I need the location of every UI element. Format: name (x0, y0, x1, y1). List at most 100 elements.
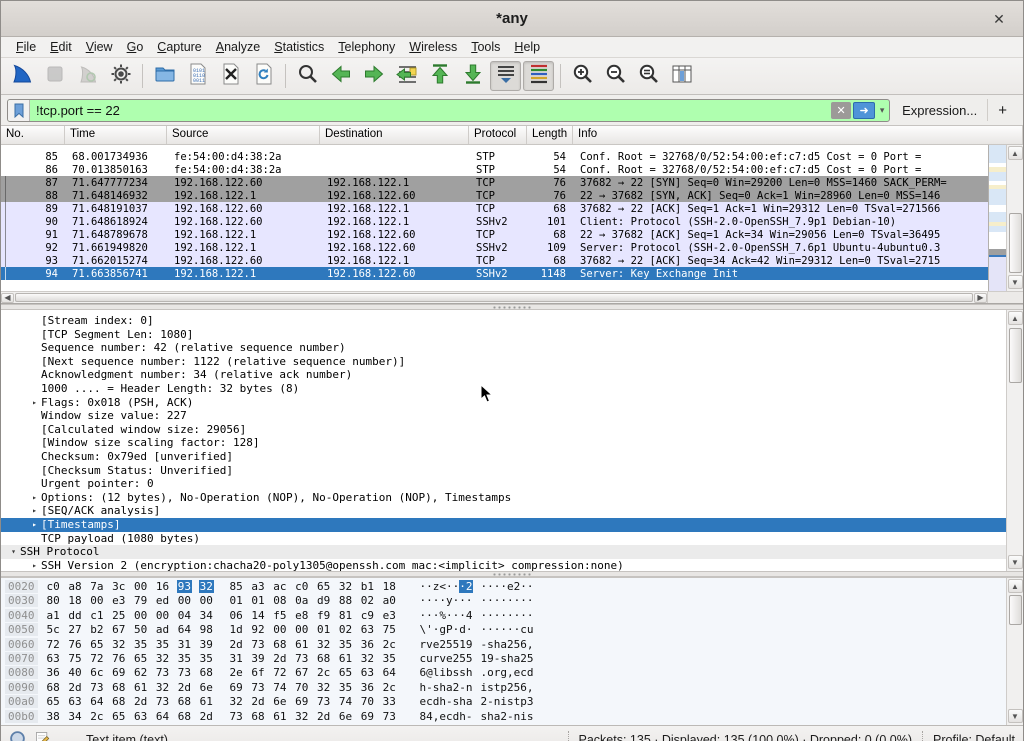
hex-row-0050[interactable]: 00505c 27 b2 67 50 ad 64 98 1d 92 00 00 … (5, 623, 1006, 637)
detail-line[interactable]: ▸[SEQ/ACK analysis] (1, 504, 1006, 518)
scrollbar-thumb[interactable] (1009, 213, 1022, 273)
menu-view[interactable]: View (79, 38, 120, 56)
packet-row-90[interactable]: 9071.648618924192.168.122.60192.168.122.… (1, 215, 988, 228)
hex-row-0090[interactable]: 009068 2d 73 68 61 32 2d 6e 69 73 74 70 … (5, 681, 1006, 695)
restart-capture-button[interactable] (72, 61, 103, 91)
detail-line[interactable]: Acknowledgment number: 34 (relative ack … (1, 368, 1006, 382)
menu-capture[interactable]: Capture (150, 38, 208, 56)
expander-closed-icon[interactable]: ▸ (28, 504, 41, 518)
find-packet-button[interactable] (292, 61, 323, 91)
stop-capture-button[interactable] (39, 61, 70, 91)
menu-help[interactable]: Help (507, 38, 547, 56)
column-header-destination[interactable]: Destination (320, 126, 469, 144)
packet-row-89[interactable]: 8971.648191037192.168.122.60192.168.122.… (1, 202, 988, 215)
scroll-right-icon[interactable]: ▶ (974, 293, 987, 303)
scrollbar-thumb[interactable] (1009, 328, 1022, 383)
details-vscrollbar[interactable]: ▲ ▼ (1006, 310, 1023, 571)
column-header-source[interactable]: Source (167, 126, 320, 144)
expander-closed-icon[interactable]: ▸ (28, 518, 41, 532)
go-first-button[interactable] (424, 61, 455, 91)
filter-history-caret-icon[interactable]: ▾ (875, 105, 889, 116)
detail-line[interactable]: Sequence number: 42 (relative sequence n… (1, 341, 1006, 355)
detail-line[interactable]: Urgent pointer: 0 (1, 477, 1006, 491)
hex-row-00a0[interactable]: 00a065 63 64 68 2d 73 68 61 32 2d 6e 69 … (5, 695, 1006, 709)
hex-row-0080[interactable]: 008036 40 6c 69 62 73 73 68 2e 6f 72 67 … (5, 666, 1006, 680)
expression-button[interactable]: Expression... (890, 103, 987, 118)
scroll-up-icon[interactable]: ▲ (1008, 146, 1023, 160)
go-back-button[interactable] (325, 61, 356, 91)
packet-row-88[interactable]: 8871.648146932192.168.122.1192.168.122.6… (1, 189, 988, 202)
menu-analyze[interactable]: Analyze (209, 38, 267, 56)
filter-bookmark-icon[interactable] (8, 100, 30, 121)
scroll-up-icon[interactable]: ▲ (1008, 579, 1023, 593)
detail-line[interactable]: [Checksum Status: Unverified] (1, 464, 1006, 478)
detail-line[interactable]: [Stream index: 0] (1, 314, 1006, 328)
packet-row-86[interactable]: 8670.013850163fe:54:00:d4:38:2aSTP54Conf… (1, 163, 988, 176)
detail-line[interactable]: Window size value: 227 (1, 409, 1006, 423)
zoom-in-button[interactable] (567, 61, 598, 91)
colorize-toggle[interactable] (523, 61, 554, 91)
start-capture-button[interactable] (6, 61, 37, 91)
scroll-down-icon[interactable]: ▼ (1008, 275, 1023, 289)
hex-row-0030[interactable]: 003080 18 00 e3 79 ed 00 00 01 01 08 0a … (5, 594, 1006, 608)
detail-line[interactable]: [Calculated window size: 29056] (1, 423, 1006, 437)
column-header-info[interactable]: Info (573, 126, 1023, 144)
detail-line[interactable]: ▾SSH Protocol (1, 545, 1006, 559)
capture-options-button[interactable] (105, 61, 136, 91)
resize-columns-button[interactable] (666, 61, 697, 91)
detail-line[interactable]: [TCP Segment Len: 1080] (1, 328, 1006, 342)
expander-open-icon[interactable]: ▾ (7, 545, 20, 559)
menu-file[interactable]: File (9, 38, 43, 56)
expert-info-icon[interactable] (9, 730, 26, 741)
expander-closed-icon[interactable]: ▸ (28, 491, 41, 505)
expander-closed-icon[interactable]: ▸ (28, 559, 41, 571)
menu-telephony[interactable]: Telephony (331, 38, 402, 56)
profile-status[interactable]: Profile: Default (933, 733, 1015, 741)
packet-row-85[interactable]: 8568.001734936fe:54:00:d4:38:2aSTP54Conf… (1, 150, 988, 163)
capture-comment-icon[interactable] (34, 730, 50, 741)
menu-tools[interactable]: Tools (464, 38, 507, 56)
detail-line[interactable]: ▸Flags: 0x018 (PSH, ACK) (1, 396, 1006, 410)
go-last-button[interactable] (457, 61, 488, 91)
detail-line[interactable]: ▸Options: (12 bytes), No-Operation (NOP)… (1, 491, 1006, 505)
detail-line[interactable]: [Window size scaling factor: 128] (1, 436, 1006, 450)
column-header-time[interactable]: Time (65, 126, 167, 144)
detail-line[interactable]: ▸SSH Version 2 (encryption:chacha20-poly… (1, 559, 1006, 571)
hex-row-0070[interactable]: 007063 75 72 76 65 32 35 35 31 39 2d 73 … (5, 652, 1006, 666)
packet-row-93[interactable]: 9371.662015274192.168.122.60192.168.122.… (1, 254, 988, 267)
hex-row-0020[interactable]: 0020c0 a8 7a 3c 00 16 93 32 85 a3 ac c0 … (5, 580, 1006, 594)
packet-minimap-scrollbar[interactable] (988, 145, 1006, 291)
scroll-left-icon[interactable]: ◀ (1, 293, 14, 303)
add-filter-button[interactable]: + (987, 99, 1017, 121)
zoom-100-button[interactable] (633, 61, 664, 91)
packet-row-94[interactable]: 9471.663856741192.168.122.1192.168.122.6… (1, 267, 988, 280)
detail-line[interactable]: Checksum: 0x79ed [unverified] (1, 450, 1006, 464)
bytes-vscrollbar[interactable]: ▲ ▼ (1006, 578, 1023, 725)
column-header-length[interactable]: Length (527, 126, 573, 144)
scroll-up-icon[interactable]: ▲ (1008, 311, 1023, 325)
packet-row-87[interactable]: 8771.647777234192.168.122.60192.168.122.… (1, 176, 988, 189)
hex-row-0040[interactable]: 0040a1 dd c1 25 00 00 04 34 06 14 f5 e8 … (5, 609, 1006, 623)
open-file-button[interactable] (149, 61, 180, 91)
detail-line[interactable]: 1000 .... = Header Length: 32 bytes (8) (1, 382, 1006, 396)
scrollbar-thumb[interactable] (1009, 595, 1022, 625)
display-filter-input[interactable] (30, 100, 831, 121)
packet-list-hscrollbar[interactable]: ◀ ▶ (1, 291, 1023, 303)
filter-clear-icon[interactable]: ✕ (831, 102, 851, 119)
expander-closed-icon[interactable]: ▸ (28, 396, 41, 410)
scroll-down-icon[interactable]: ▼ (1008, 709, 1023, 723)
detail-line[interactable]: [Next sequence number: 1122 (relative se… (1, 355, 1006, 369)
go-to-packet-button[interactable] (391, 61, 422, 91)
packet-list-vscrollbar[interactable]: ▲ ▼ (1006, 145, 1023, 291)
auto-scroll-toggle[interactable] (490, 61, 521, 91)
go-forward-button[interactable] (358, 61, 389, 91)
hex-row-0060[interactable]: 006072 76 65 32 35 35 31 39 2d 73 68 61 … (5, 638, 1006, 652)
close-file-button[interactable] (215, 61, 246, 91)
packet-row-91[interactable]: 9171.648789678192.168.122.1192.168.122.6… (1, 228, 988, 241)
menu-edit[interactable]: Edit (43, 38, 79, 56)
hex-row-00b0[interactable]: 00b038 34 2c 65 63 64 68 2d 73 68 61 32 … (5, 710, 1006, 724)
packet-row-92[interactable]: 9271.661949820192.168.122.1192.168.122.6… (1, 241, 988, 254)
save-file-button[interactable]: 010101100011 (182, 61, 213, 91)
menu-statistics[interactable]: Statistics (267, 38, 331, 56)
column-header-protocol[interactable]: Protocol (469, 126, 527, 144)
